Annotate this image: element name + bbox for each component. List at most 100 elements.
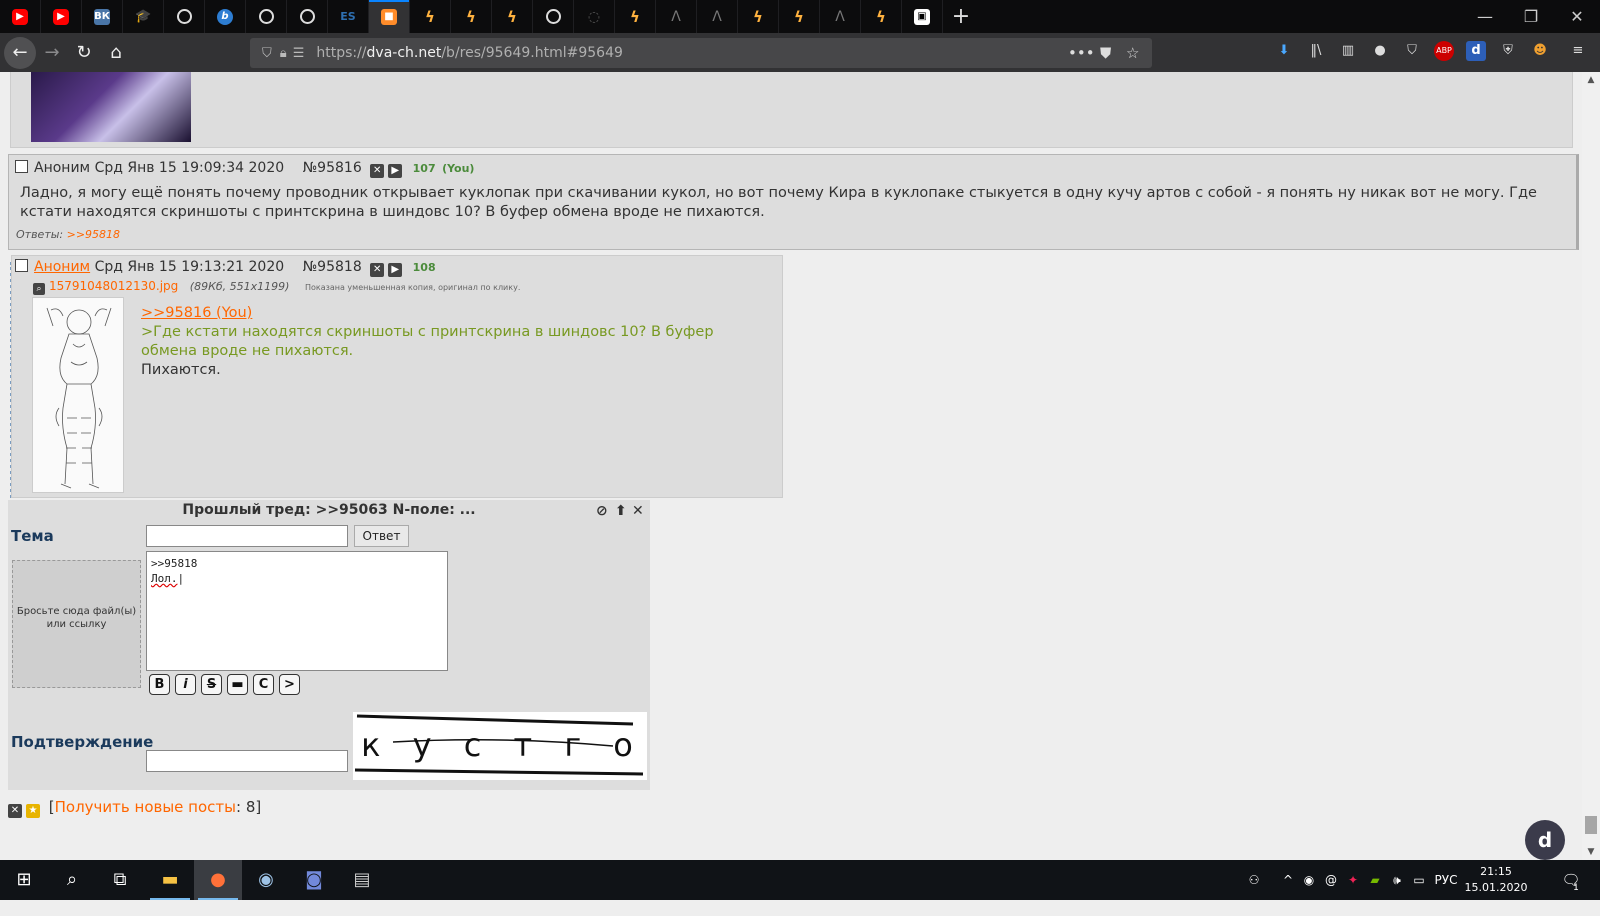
bookmark-star-icon[interactable]: ☆: [1126, 38, 1139, 68]
sync-tray-icon[interactable]: @: [1322, 860, 1340, 900]
start-button[interactable]: ⊞: [0, 860, 48, 900]
post-thumbnail[interactable]: [31, 72, 191, 142]
post-number[interactable]: №95816: [303, 160, 362, 176]
bold-button[interactable]: B: [149, 674, 170, 695]
tab-vk[interactable]: ВК: [82, 0, 123, 33]
pin-up-icon[interactable]: ⬆: [615, 503, 627, 519]
adblock-icon[interactable]: ABP: [1434, 41, 1454, 61]
discord-button[interactable]: ◙: [290, 860, 338, 900]
pocket-icon[interactable]: ⛊: [1100, 38, 1111, 68]
tab-bolt-1[interactable]: ϟ: [410, 0, 451, 33]
tab-bolt-4[interactable]: ϟ: [615, 0, 656, 33]
tab-bolt-2[interactable]: ϟ: [451, 0, 492, 33]
post-number[interactable]: №95818: [303, 259, 362, 275]
captcha-image[interactable]: к у с т г о: [353, 712, 647, 780]
app-tray-icon[interactable]: ✦: [1344, 860, 1362, 900]
menu-icon[interactable]: ≡: [1568, 41, 1588, 61]
tab-lambda-3[interactable]: Λ: [820, 0, 861, 33]
post-menu-icon[interactable]: ▶: [388, 263, 403, 277]
sidebar-icon[interactable]: ▥: [1338, 41, 1358, 61]
app-button[interactable]: ▤: [338, 860, 386, 900]
home-button[interactable]: ⌂: [100, 37, 132, 69]
shield-ext-icon[interactable]: ⛉: [1402, 41, 1422, 61]
page-actions-icon[interactable]: •••: [1068, 38, 1095, 68]
tab-bolt-6[interactable]: ϟ: [779, 0, 820, 33]
close-form-icon[interactable]: ✕: [632, 503, 644, 519]
minimize-icon[interactable]: —: [1462, 0, 1508, 33]
tab-globe-3[interactable]: [533, 0, 574, 33]
account-icon[interactable]: ●: [1370, 41, 1390, 61]
tab-edu[interactable]: 🎓: [123, 0, 164, 33]
clock[interactable]: 21:15 15.01.2020: [1458, 864, 1534, 896]
subject-input[interactable]: [146, 525, 348, 547]
search-button[interactable]: ⌕: [48, 860, 96, 900]
forward-button[interactable]: →: [36, 37, 68, 69]
dollchan-ext-icon[interactable]: d: [1466, 41, 1486, 61]
post-menu-icon[interactable]: ▶: [388, 164, 403, 178]
steam-tray-icon[interactable]: ◉: [1300, 860, 1318, 900]
nvidia-tray-icon[interactable]: ▰: [1366, 860, 1384, 900]
tab-youtube-1[interactable]: ▶: [0, 0, 41, 33]
new-tab-button[interactable]: +: [943, 0, 979, 33]
reply-link[interactable]: >>95818: [67, 228, 120, 241]
firefox-button[interactable]: ●: [194, 860, 242, 900]
page-scrollbar[interactable]: ▲ ▼: [1582, 72, 1600, 860]
file-name-link[interactable]: 15791048012130.jpg: [49, 279, 178, 293]
reload-button[interactable]: ↻: [68, 37, 100, 69]
network-icon[interactable]: ▭: [1410, 860, 1428, 900]
strike-button[interactable]: S: [201, 674, 222, 695]
tray-expand-icon[interactable]: ^: [1280, 860, 1296, 900]
captcha-input[interactable]: [146, 750, 348, 772]
get-new-posts-link[interactable]: Получить новые посты: [55, 798, 236, 816]
favorite-star-icon[interactable]: ★: [26, 804, 40, 818]
quote-button[interactable]: >: [279, 674, 300, 695]
scroll-down-icon[interactable]: ▼: [1582, 844, 1600, 860]
spoiler-button[interactable]: ▬: [227, 674, 248, 695]
hide-post-icon[interactable]: ✕: [370, 164, 385, 178]
restore-icon[interactable]: ❐: [1508, 0, 1554, 33]
submit-button[interactable]: Ответ: [354, 525, 409, 547]
tab-bolt-3[interactable]: ϟ: [492, 0, 533, 33]
code-button[interactable]: C: [253, 674, 274, 695]
downloads-icon[interactable]: ⬇: [1274, 41, 1294, 61]
tab-globe-1[interactable]: [164, 0, 205, 33]
tab-white[interactable]: ▣: [902, 0, 943, 33]
post-select-checkbox[interactable]: [15, 160, 28, 173]
tab-lambda-1[interactable]: Λ: [656, 0, 697, 33]
tab-youtube-2[interactable]: ▶: [41, 0, 82, 33]
privacy-badger-icon[interactable]: ⛨: [1498, 41, 1518, 61]
italic-button[interactable]: i: [175, 674, 196, 695]
post-select-checkbox[interactable]: [15, 259, 28, 272]
back-button[interactable]: ←: [4, 36, 36, 69]
reply-reference-link[interactable]: >>95816 (You): [141, 305, 252, 321]
tab-lambda-2[interactable]: Λ: [697, 0, 738, 33]
file-dropzone[interactable]: Бросьте сюда файл(ы) или ссылку: [12, 560, 141, 688]
tab-dvach-active[interactable]: ■: [369, 0, 410, 33]
tab-bolt-7[interactable]: ϟ: [861, 0, 902, 33]
address-bar[interactable]: ⛉ 🔒︎ ☰ https://dva-ch.net/b/res/95649.ht…: [250, 38, 1152, 68]
tab-globe-2[interactable]: [246, 0, 287, 33]
poster-name[interactable]: Аноним: [34, 259, 90, 275]
close-window-icon[interactable]: ✕: [1554, 0, 1600, 33]
tab-github[interactable]: [287, 0, 328, 33]
message-textarea[interactable]: >>95818 Лол.|: [146, 551, 448, 671]
hide-thread-icon[interactable]: ✕: [8, 804, 22, 818]
steam-button[interactable]: ◉: [242, 860, 290, 900]
tab-loading[interactable]: ◌: [574, 0, 615, 33]
dollchan-logo-icon[interactable]: d: [1525, 820, 1565, 860]
library-icon[interactable]: ‖\: [1306, 41, 1326, 61]
tab-es[interactable]: ES: [328, 0, 369, 33]
scroll-up-icon[interactable]: ▲: [1582, 72, 1600, 88]
tab-blue[interactable]: b: [205, 0, 246, 33]
scrollbar-thumb[interactable]: [1585, 816, 1597, 834]
tab-bolt-5[interactable]: ϟ: [738, 0, 779, 33]
block-icon[interactable]: ⊘: [596, 503, 608, 519]
volume-icon[interactable]: 🕪︎: [1388, 860, 1406, 900]
task-view-button[interactable]: ⧉: [96, 860, 144, 900]
hide-post-icon[interactable]: ✕: [370, 263, 385, 277]
people-icon[interactable]: ⚇: [1244, 860, 1264, 900]
magnifier-icon[interactable]: ⌕: [33, 283, 45, 295]
file-explorer-button[interactable]: ▬: [146, 860, 194, 900]
tampermonkey-icon[interactable]: ☻: [1530, 41, 1550, 61]
post-image-thumbnail[interactable]: [32, 297, 124, 493]
